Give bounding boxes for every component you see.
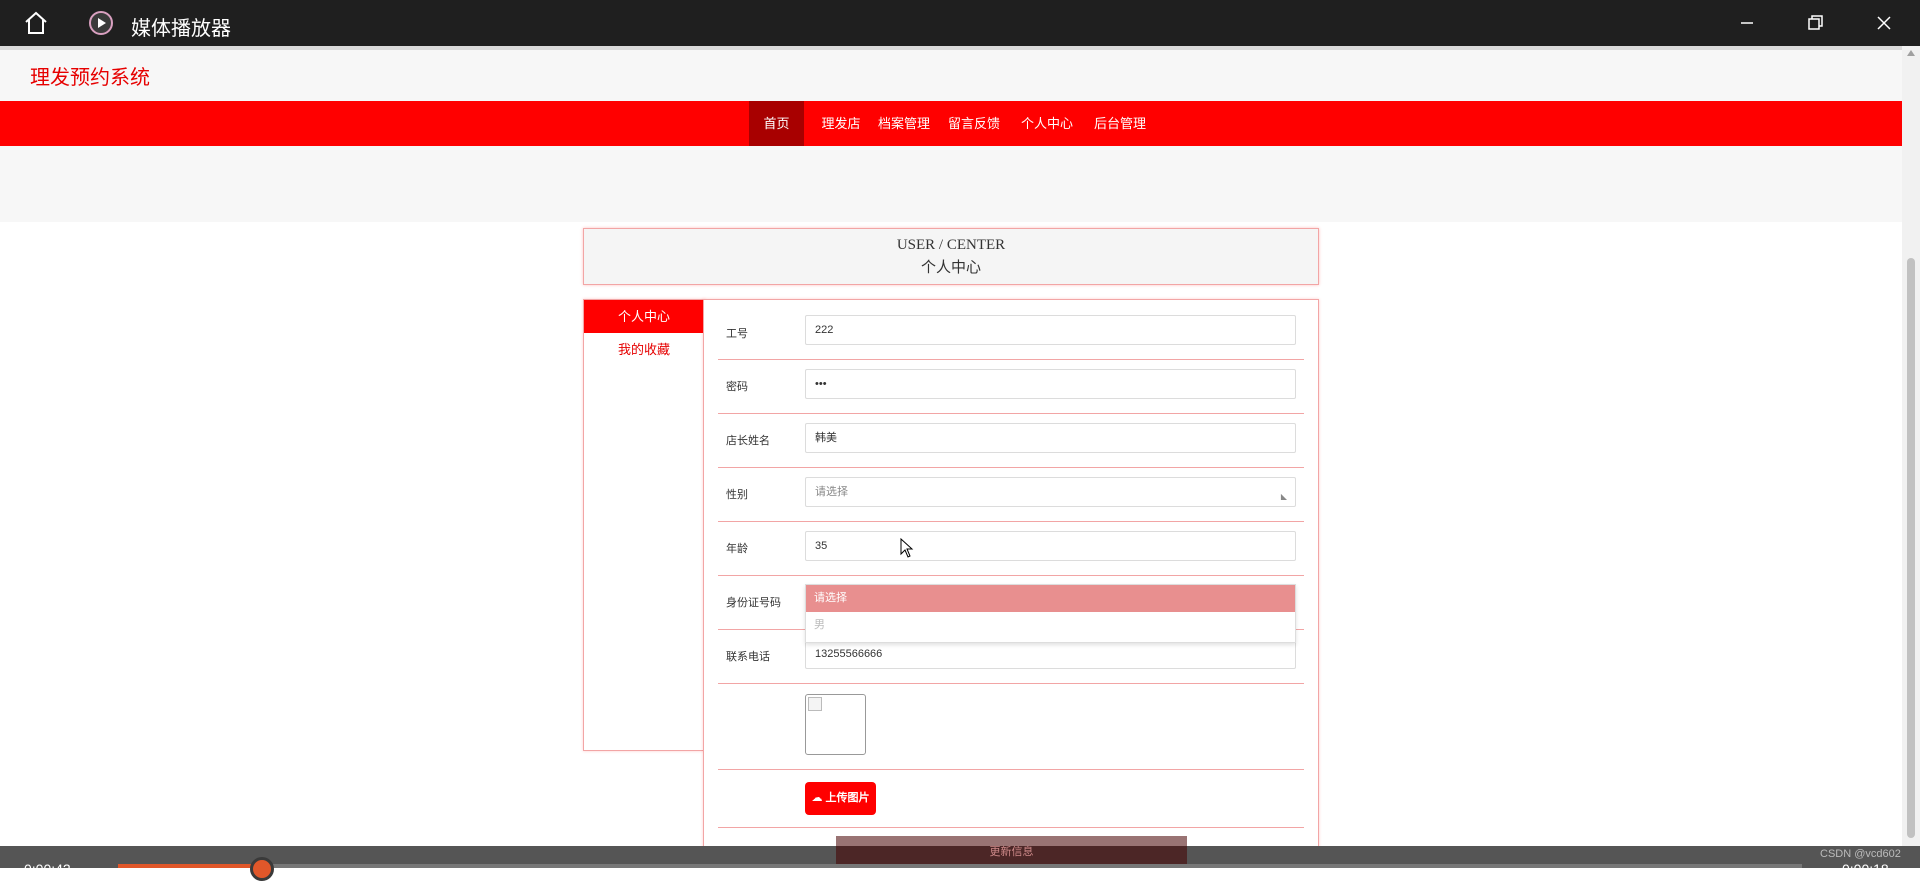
- progress-track[interactable]: [262, 864, 1802, 868]
- window-title: 媒体播放器: [131, 18, 231, 40]
- heading-cn: 个人中心: [920, 260, 981, 276]
- gender-dropdown-list: 请选择 男: [805, 584, 1296, 643]
- media-player-titlebar: 媒体播放器: [0, 0, 1920, 46]
- label-id: 工号: [726, 328, 748, 340]
- upload-image-button[interactable]: ☁ 上传图片: [805, 782, 876, 815]
- mouse-cursor-icon: [900, 538, 914, 558]
- user-center-heading: USER / CENTER 个人中心: [583, 228, 1319, 285]
- form-row-name: 店长姓名 韩美: [718, 415, 1304, 468]
- nav-item-home[interactable]: 首页: [749, 101, 804, 146]
- nav-item-user-center[interactable]: 个人中心: [1019, 101, 1075, 146]
- current-time: 0:00:42: [24, 861, 71, 877]
- site-title: 理发预约系统: [30, 67, 150, 89]
- label-age: 年龄: [726, 543, 748, 555]
- user-sidebar: 个人中心 我的收藏: [583, 299, 705, 751]
- nav-item-barbershop[interactable]: 理发店: [816, 101, 866, 146]
- progress-played: [118, 864, 262, 868]
- dropdown-option-male[interactable]: 男: [806, 612, 1295, 638]
- phone-input[interactable]: 13255566666: [805, 639, 1296, 669]
- home-icon[interactable]: [22, 10, 50, 36]
- form-row-age: 年龄 35: [718, 523, 1304, 576]
- nav-item-admin[interactable]: 后台管理: [1092, 101, 1148, 146]
- minimize-icon[interactable]: [1733, 10, 1761, 36]
- web-page: 理发预约系统 首页 理发店 档案管理 留言反馈 个人中心 后台管理 USER /…: [0, 46, 1902, 846]
- scroll-up-arrow-icon[interactable]: [1907, 50, 1915, 56]
- profile-form: 工号 222 密码 ••• 店长姓名 韩美 性别 请选择 ◣ 年龄 35 身份证…: [703, 299, 1319, 846]
- avatar-image: [805, 694, 866, 755]
- nav-item-feedback[interactable]: 留言反馈: [946, 101, 1002, 146]
- dropdown-option-please-select[interactable]: 请选择: [806, 585, 1295, 612]
- select-caret-icon: ◣: [1280, 492, 1287, 501]
- gender-select[interactable]: 请选择 ◣: [805, 477, 1296, 507]
- label-phone: 联系电话: [726, 651, 770, 663]
- total-time: 0:00:18: [1842, 861, 1889, 877]
- main-nav: 首页 理发店 档案管理 留言反馈 个人中心 后台管理: [0, 101, 1902, 146]
- form-row-gender: 性别 请选择 ◣: [718, 469, 1304, 522]
- media-player-app-icon: [89, 11, 113, 35]
- restore-icon[interactable]: [1801, 10, 1829, 36]
- label-id-card: 身份证号码: [726, 597, 781, 609]
- label-name: 店长姓名: [726, 435, 770, 447]
- broken-image-icon: [808, 697, 822, 711]
- sidebar-item-user-center[interactable]: 个人中心: [584, 300, 704, 333]
- age-input[interactable]: 35: [805, 531, 1296, 561]
- form-row-password: 密码 •••: [718, 361, 1304, 414]
- password-input[interactable]: •••: [805, 369, 1296, 399]
- banner-area: [0, 146, 1902, 222]
- nav-item-archive[interactable]: 档案管理: [876, 101, 932, 146]
- cloud-upload-icon: ☁: [811, 792, 823, 804]
- csdn-watermark: CSDN @vcd602: [1820, 848, 1901, 860]
- progress-knob[interactable]: [250, 857, 274, 881]
- gender-select-value: 请选择: [815, 486, 848, 498]
- form-row-id: 工号 222: [718, 300, 1304, 360]
- upload-button-label: 上传图片: [825, 792, 870, 804]
- sidebar-item-favorites[interactable]: 我的收藏: [584, 333, 704, 366]
- close-icon[interactable]: [1870, 10, 1898, 36]
- id-input[interactable]: 222: [805, 315, 1296, 345]
- site-header: 理发预约系统: [0, 46, 1902, 101]
- name-input[interactable]: 韩美: [805, 423, 1296, 453]
- scroll-thumb[interactable]: [1907, 258, 1915, 838]
- page-scrollbar[interactable]: [1902, 46, 1920, 846]
- heading-en: USER / CENTER: [896, 237, 1006, 253]
- label-gender: 性别: [726, 489, 748, 501]
- label-password: 密码: [726, 381, 748, 393]
